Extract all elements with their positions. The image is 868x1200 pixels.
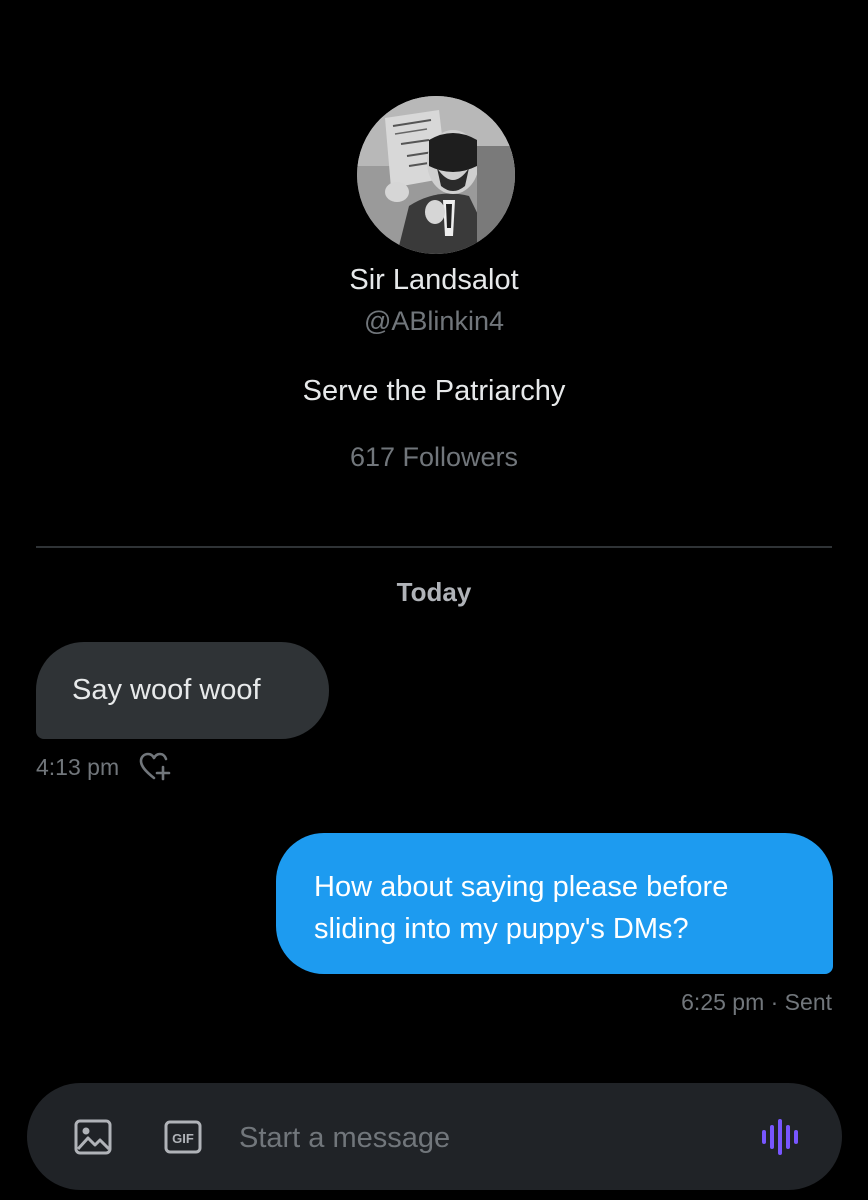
message-composer: GIF	[27, 1083, 842, 1190]
outgoing-message-meta: 6:25 pm · Sent	[681, 989, 832, 1015]
profile-handle[interactable]: @ABlinkin4	[0, 304, 868, 338]
profile-bio: Serve the Patriarchy	[302, 375, 566, 407]
avatar[interactable]	[357, 96, 515, 254]
profile-name[interactable]: Sir Landsalot	[0, 262, 868, 298]
outgoing-message-bubble[interactable]: How about saying please before sliding i…	[276, 833, 833, 974]
message-input[interactable]	[237, 1111, 741, 1165]
image-icon[interactable]	[73, 1118, 113, 1156]
heart-plus-icon[interactable]	[139, 752, 173, 782]
gif-icon[interactable]: GIF	[163, 1118, 203, 1156]
incoming-message-bubble[interactable]: Say woof woof	[36, 642, 329, 739]
message-timestamp: 4:13 pm	[36, 753, 120, 780]
profile-photo	[357, 96, 515, 254]
followers-count[interactable]: 617 Followers	[0, 440, 868, 474]
divider	[36, 546, 832, 548]
date-separator: Today	[396, 577, 472, 607]
gif-label: GIF	[172, 1131, 194, 1146]
incoming-message-meta: 4:13 pm	[36, 752, 173, 782]
voice-message-icon[interactable]	[760, 1119, 804, 1155]
